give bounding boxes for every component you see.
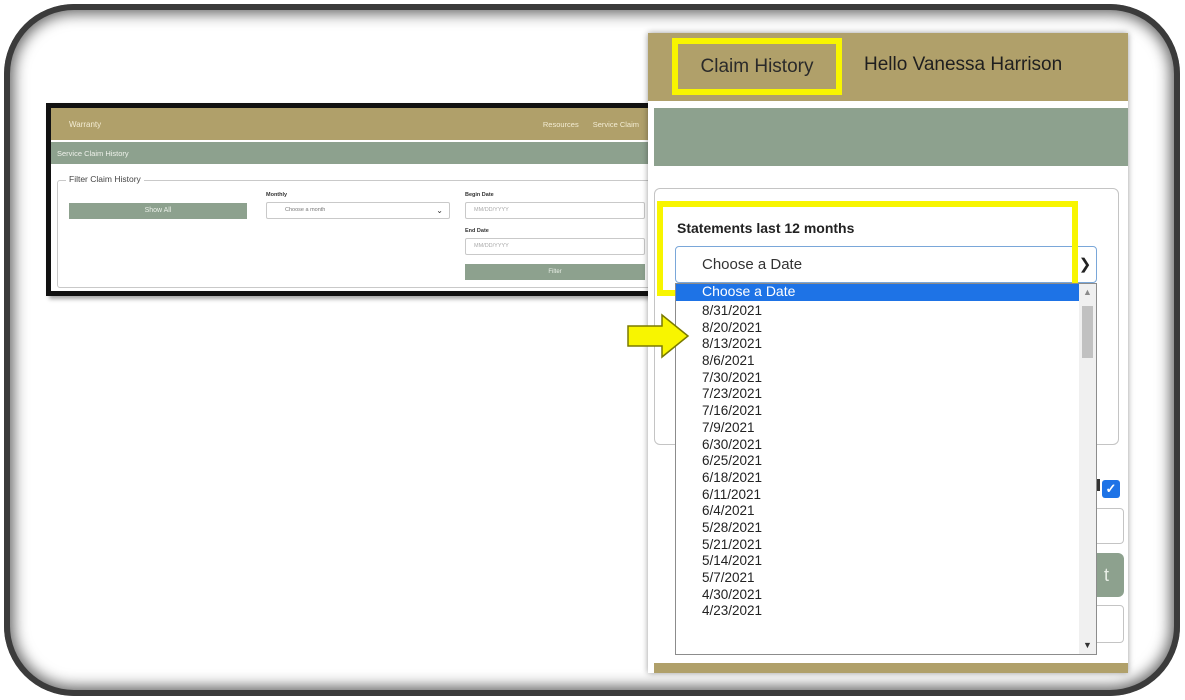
scroll-thumb[interactable] <box>1082 306 1093 358</box>
dropdown-option[interactable]: 6/25/2021 <box>676 453 1081 470</box>
dropdown-scrollbar[interactable]: ▲ ▼ <box>1079 284 1096 654</box>
mini-screenshot: Warranty Resources Service Claim Service… <box>46 103 664 296</box>
dropdown-option[interactable]: 7/16/2021 <box>676 403 1081 420</box>
dropdown-option[interactable]: 7/30/2021 <box>676 370 1081 387</box>
mini-monthly-select[interactable]: Choose a month ⌄ <box>266 202 450 219</box>
dropdown-option[interactable]: 8/20/2021 <box>676 320 1081 337</box>
dropdown-option[interactable]: 5/21/2021 <box>676 537 1081 554</box>
mini-monthly-value: Choose a month <box>285 207 326 213</box>
chevron-down-icon: ⌄ <box>436 206 443 215</box>
dropdown-option[interactable]: 6/30/2021 <box>676 437 1081 454</box>
dropdown-option[interactable]: 7/23/2021 <box>676 386 1081 403</box>
mini-begin-date-input[interactable]: MM/DD/YYYY <box>465 202 645 219</box>
dropdown-option[interactable]: 5/7/2021 <box>676 570 1081 587</box>
date-dropdown-list[interactable]: Choose a Date 8/31/2021 8/20/2021 8/13/202… <box>675 283 1097 655</box>
mini-end-date-input[interactable]: MM/DD/YYYY <box>465 238 645 255</box>
dropdown-option[interactable]: 6/4/2021 <box>676 503 1081 520</box>
panel-subheader-bar <box>654 108 1128 166</box>
dropdown-option[interactable]: 6/18/2021 <box>676 470 1081 487</box>
mini-filter-button[interactable]: Filter <box>465 264 645 280</box>
dropdown-option[interactable]: 8/13/2021 <box>676 336 1081 353</box>
mini-nav-service-claim[interactable]: Service Claim <box>593 120 639 129</box>
yellow-arrow-icon <box>627 313 690 359</box>
checkbox-checked[interactable]: ✓ <box>1102 480 1120 498</box>
scroll-down-arrow-icon[interactable]: ▼ <box>1079 637 1096 654</box>
dropdown-option[interactable]: 4/30/2021 <box>676 587 1081 604</box>
dropdown-option[interactable]: 4/23/2021 <box>676 603 1081 620</box>
mini-begin-date-label: Begin Date <box>465 192 494 198</box>
mini-monthly-label: Monthly <box>266 192 288 198</box>
dropdown-options: 8/31/2021 8/20/2021 8/13/2021 8/6/2021 7/30/… <box>676 303 1081 620</box>
chevron-down-icon: ❯ <box>1078 256 1092 273</box>
greeting-text: Hello Vanessa Harrison <box>864 54 1063 75</box>
mini-brand[interactable]: Warranty <box>69 120 101 129</box>
tab-claim-history[interactable]: Claim History <box>672 38 842 95</box>
dropdown-option-selected[interactable]: Choose a Date <box>676 284 1081 301</box>
mini-end-date-label: End Date <box>465 228 489 234</box>
tab-claim-history-label: Claim History <box>700 55 814 77</box>
mini-nav-resources[interactable]: Resources <box>543 120 579 129</box>
date-select-value: Choose a Date <box>702 256 803 273</box>
mini-subheader: Service Claim History <box>51 142 659 164</box>
date-select[interactable]: Choose a Date ❯ <box>675 246 1097 283</box>
dropdown-option[interactable]: 8/31/2021 <box>676 303 1081 320</box>
zoomed-panel: Claim History Hello Vanessa Harrison Sta… <box>648 33 1128 673</box>
statements-label: Statements last 12 months <box>677 220 855 236</box>
dropdown-option[interactable]: 6/11/2021 <box>676 487 1081 504</box>
panel-bottom-bar <box>654 663 1128 673</box>
mini-top-bar: Warranty Resources Service Claim <box>51 108 659 140</box>
dropdown-option[interactable]: 7/9/2021 <box>676 420 1081 437</box>
scroll-up-arrow-icon[interactable]: ▲ <box>1079 284 1096 301</box>
dropdown-option[interactable]: 5/28/2021 <box>676 520 1081 537</box>
mini-filter-fieldset: Filter Claim History Show All Monthly Ch… <box>57 174 659 288</box>
dropdown-option[interactable]: 8/6/2021 <box>676 353 1081 370</box>
side-button-label: t <box>1104 565 1110 585</box>
mini-filter-legend: Filter Claim History <box>66 174 144 184</box>
dropdown-option[interactable]: 5/14/2021 <box>676 553 1081 570</box>
panel-top-bar: Claim History Hello Vanessa Harrison <box>648 33 1128 101</box>
mini-show-all-button[interactable]: Show All <box>69 203 247 219</box>
side-label-fragment <box>1097 479 1100 491</box>
mini-nav: Resources Service Claim <box>543 120 639 129</box>
